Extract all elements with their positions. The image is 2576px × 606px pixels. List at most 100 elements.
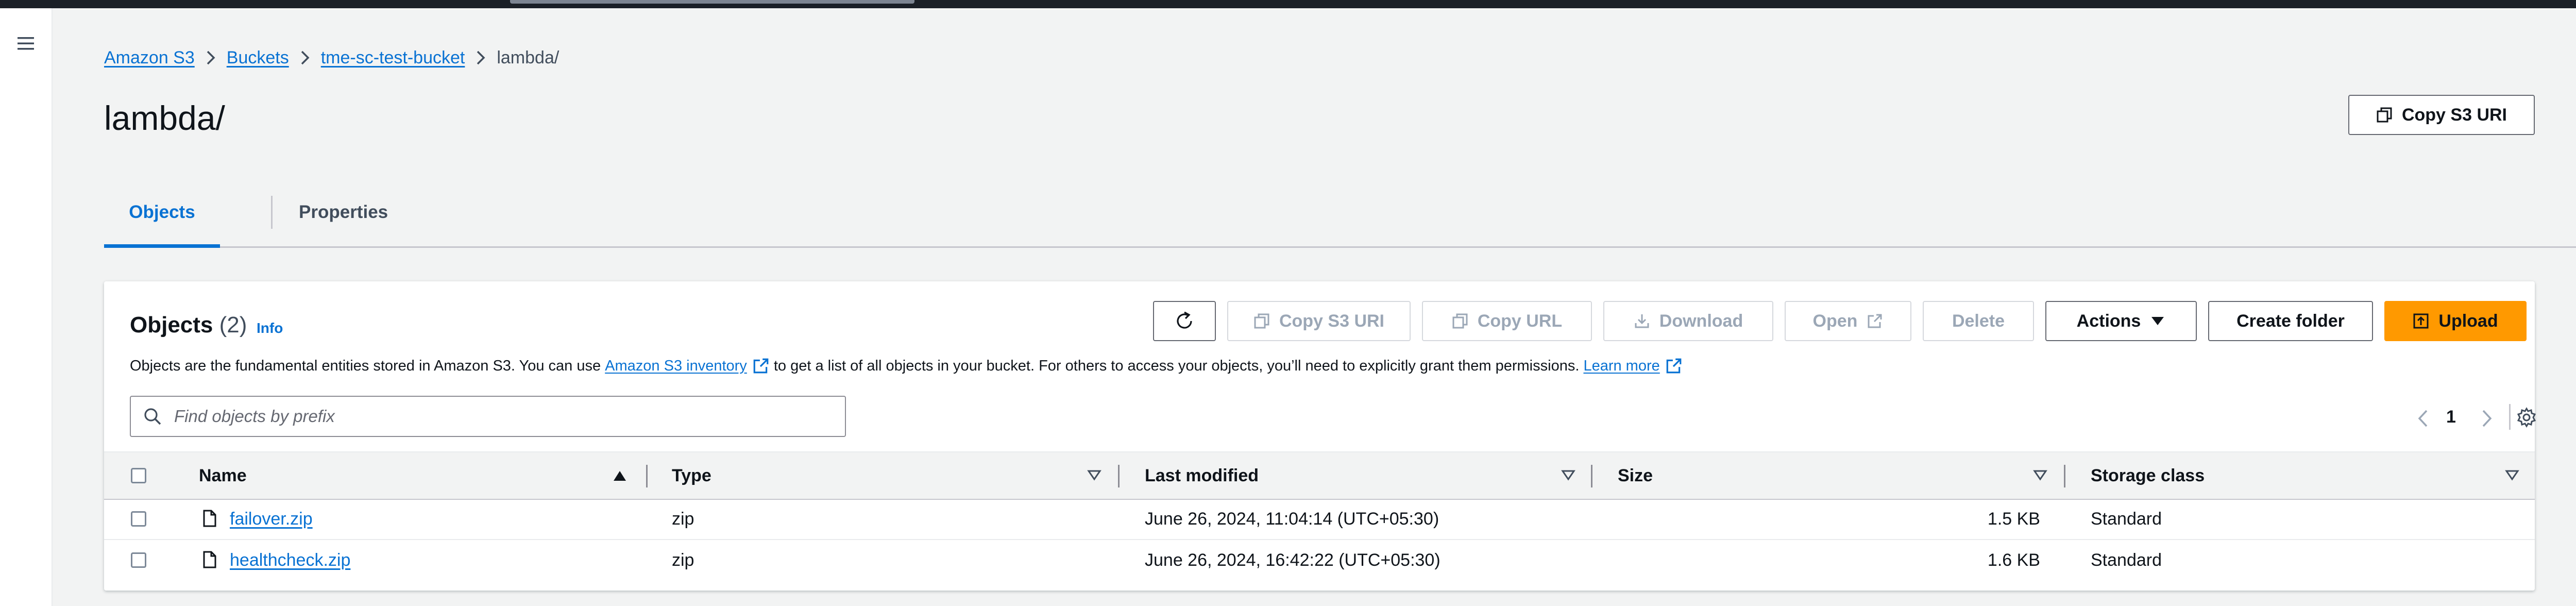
learn-more-link[interactable]: Learn more <box>1583 357 1682 375</box>
learn-more-text: Learn more <box>1583 357 1660 374</box>
create-folder-button[interactable]: Create folder <box>2208 301 2373 341</box>
row-checkbox[interactable] <box>131 511 146 527</box>
breadcrumb-amazon-s3[interactable]: Amazon S3 <box>104 48 195 68</box>
actions-dropdown-button[interactable]: Actions <box>2045 301 2197 341</box>
open-label: Open <box>1812 311 1858 331</box>
sort-icon[interactable] <box>2033 469 2047 481</box>
copy-icon <box>2377 107 2392 123</box>
tab-properties[interactable]: Properties <box>299 178 388 246</box>
column-header-last-modified[interactable]: Last modified <box>1145 452 1259 499</box>
left-navigation-rail <box>0 8 53 606</box>
active-tab-indicator <box>104 244 220 248</box>
copy-s3-uri-label: Copy S3 URI <box>1279 311 1385 331</box>
objects-panel: Objects (2) Info Copy S3 URI Copy URL Do… <box>104 281 2537 591</box>
column-divider[interactable] <box>1591 465 1592 487</box>
tab-bar: Objects Properties <box>104 178 2576 248</box>
caret-down-icon <box>2151 317 2164 325</box>
download-label: Download <box>1659 311 1743 331</box>
create-folder-label: Create folder <box>2236 311 2345 331</box>
main-content: Amazon S3 Buckets tme-sc-test-bucket lam… <box>53 8 2576 606</box>
object-type: zip <box>672 509 694 529</box>
table-header: Name Type Last modified Size Storage cla… <box>104 451 2535 500</box>
header-copy-s3-uri-button[interactable]: Copy S3 URI <box>2348 95 2535 135</box>
object-name-link[interactable]: failover.zip <box>230 509 313 529</box>
objects-panel-title: Objects (2) <box>130 312 247 338</box>
actions-label: Actions <box>2076 311 2141 331</box>
breadcrumb-current: lambda/ <box>497 47 560 68</box>
description-text-after: to get a list of all objects in your buc… <box>773 357 1580 374</box>
column-header-size[interactable]: Size <box>1618 452 1653 499</box>
breadcrumb-bucket[interactable]: tme-sc-test-bucket <box>321 48 465 68</box>
copy-icon <box>1452 313 1468 329</box>
chevron-right-icon <box>476 50 485 65</box>
refresh-icon <box>1177 311 1192 329</box>
search-box <box>130 396 846 437</box>
column-header-storage-class[interactable]: Storage class <box>2091 452 2205 499</box>
search-input[interactable] <box>173 406 793 427</box>
table-row[interactable]: healthcheck.zip zip June 26, 2024, 16:42… <box>104 540 2535 580</box>
file-icon <box>203 551 216 568</box>
object-storage-class: Standard <box>2091 550 2162 570</box>
page-number[interactable]: 1 <box>2446 407 2456 427</box>
upload-label: Upload <box>2438 311 2498 331</box>
object-last-modified: June 26, 2024, 11:04:14 (UTC+05:30) <box>1145 509 1439 529</box>
search-icon <box>144 408 161 425</box>
copy-url-button[interactable]: Copy URL <box>1422 301 1592 341</box>
sort-icon[interactable] <box>1087 469 1101 481</box>
hamburger-menu-icon[interactable] <box>15 33 36 54</box>
object-last-modified: June 26, 2024, 16:42:22 (UTC+05:30) <box>1145 550 1440 570</box>
gear-icon[interactable] <box>2516 407 2537 428</box>
info-link[interactable]: Info <box>257 320 283 336</box>
copy-url-label: Copy URL <box>1477 311 1563 331</box>
breadcrumb: Amazon S3 Buckets tme-sc-test-bucket lam… <box>104 37 559 78</box>
copy-s3-uri-label: Copy S3 URI <box>2401 105 2507 125</box>
s3-inventory-link-text: Amazon S3 inventory <box>605 357 747 374</box>
copy-icon <box>1254 313 1269 329</box>
object-size: 1.5 KB <box>1987 509 2040 529</box>
download-button[interactable]: Download <box>1603 301 1773 341</box>
objects-count: (2) <box>219 312 247 338</box>
copy-s3-uri-button[interactable]: Copy S3 URI <box>1227 301 1411 341</box>
horizontal-scrollbar-thumb[interactable] <box>510 0 914 4</box>
chevron-right-icon[interactable] <box>2481 409 2493 428</box>
download-icon <box>1635 314 1649 328</box>
object-type: zip <box>672 550 694 570</box>
delete-label: Delete <box>1952 311 2005 331</box>
column-header-type[interactable]: Type <box>672 452 711 499</box>
upload-button[interactable]: Upload <box>2384 301 2527 341</box>
pager-divider <box>2509 404 2511 430</box>
external-link-icon <box>753 358 769 374</box>
select-all-checkbox[interactable] <box>131 468 146 483</box>
delete-button[interactable]: Delete <box>1923 301 2034 341</box>
s3-inventory-link[interactable]: Amazon S3 inventory <box>605 357 770 375</box>
sort-ascending-icon[interactable] <box>612 469 628 482</box>
chevron-left-icon[interactable] <box>2417 409 2429 428</box>
objects-description: Objects are the fundamental entities sto… <box>130 357 1683 375</box>
column-header-name[interactable]: Name <box>199 452 247 499</box>
objects-title-text: Objects <box>130 312 213 338</box>
chevron-right-icon <box>300 50 310 65</box>
refresh-button[interactable] <box>1153 301 1216 341</box>
column-divider[interactable] <box>2064 465 2065 487</box>
upload-icon <box>2413 313 2429 329</box>
object-size: 1.6 KB <box>1987 550 2040 570</box>
page-title: lambda/ <box>104 99 225 137</box>
external-link-icon <box>1666 358 1682 374</box>
tab-objects[interactable]: Objects <box>104 178 220 246</box>
open-button[interactable]: Open <box>1785 301 1911 341</box>
browser-top-bar <box>0 0 2576 8</box>
breadcrumb-buckets[interactable]: Buckets <box>227 48 289 68</box>
table-row[interactable]: failover.zip zip June 26, 2024, 11:04:14… <box>104 499 2535 540</box>
object-name-link[interactable]: healthcheck.zip <box>230 550 350 570</box>
chevron-right-icon <box>206 50 215 65</box>
object-storage-class: Standard <box>2091 509 2162 529</box>
description-text-before: Objects are the fundamental entities sto… <box>130 357 601 374</box>
tab-divider <box>271 196 273 229</box>
row-checkbox[interactable] <box>131 552 146 568</box>
column-divider[interactable] <box>1118 465 1120 487</box>
file-icon <box>203 510 216 527</box>
sort-icon[interactable] <box>1561 469 1575 481</box>
column-divider[interactable] <box>646 465 648 487</box>
external-link-icon <box>1868 314 1882 328</box>
sort-icon[interactable] <box>2505 469 2519 481</box>
